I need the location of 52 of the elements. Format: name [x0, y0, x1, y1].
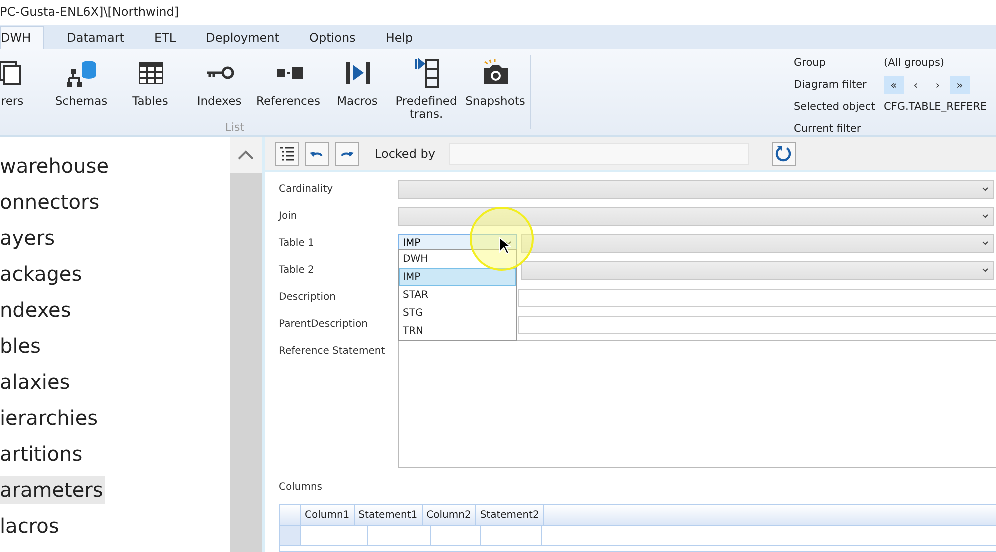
data-grid[interactable]: Column1 Statement1 Column2 Statement2 [279, 504, 996, 552]
filter-value: CFG.TABLE_REFERE [884, 101, 988, 113]
ribbon-button[interactable]: Macros [323, 57, 392, 121]
menu-tab[interactable]: Deployment [193, 26, 292, 49]
window-title: PC-Gusta-ENL6X]\[Northwind] [0, 4, 180, 18]
field-label: Join [279, 210, 298, 224]
nav-button[interactable]: › [928, 76, 948, 94]
ribbon-button[interactable]: rers [0, 57, 47, 121]
tree-item[interactable]: alaxies [0, 368, 72, 396]
menu-tab[interactable]: DWH [0, 26, 44, 49]
filter-label: Group [794, 57, 827, 69]
tree-item[interactable]: warehouse [0, 152, 112, 180]
ribbon-button[interactable]: Indexes [185, 57, 254, 121]
column-header[interactable]: Statement2 [476, 505, 544, 525]
menu-tab[interactable]: Help [372, 26, 426, 49]
field-label: Description [279, 290, 337, 304]
ribbon-button[interactable]: References [254, 57, 323, 121]
nav-button[interactable]: « [884, 76, 904, 94]
field-label: Cardinality [279, 182, 334, 196]
field-label: Table 1 [279, 236, 316, 250]
column-header[interactable]: Statement1 [354, 505, 423, 525]
filter-label: Selected object [794, 101, 876, 113]
tree-item[interactable]: arameters [0, 476, 106, 504]
column-header[interactable]: Column2 [422, 505, 476, 525]
filter-label: Diagram filter [794, 79, 868, 91]
tree-item[interactable]: artitions [0, 440, 85, 468]
ribbon-button[interactable]: Predefined trans. [392, 57, 461, 121]
menu-tab[interactable]: ETL [141, 26, 190, 49]
nav-button[interactable]: » [950, 76, 970, 94]
nav-button[interactable]: ‹ [906, 76, 926, 94]
menu-tab[interactable]: Options [296, 26, 369, 49]
ribbon-button[interactable]: Tables [116, 57, 185, 121]
filter-value: (All groups) [884, 57, 946, 69]
filter-label: Current filter [794, 123, 862, 135]
field-label: Reference Statement [279, 344, 386, 358]
field-label: ParentDescription [279, 318, 369, 332]
menu-tab[interactable]: Datamart [54, 26, 138, 49]
tree-item[interactable]: ierarchies [0, 404, 100, 432]
group-label: List [225, 121, 245, 134]
tree-item[interactable]: ackages [0, 260, 84, 288]
tree-item[interactable]: onnectors [0, 188, 102, 216]
tree-item[interactable]: bles [0, 332, 43, 360]
tree-item[interactable]: lacros [0, 512, 62, 540]
ribbon-button[interactable]: Schemas [47, 57, 116, 121]
dropdown-option[interactable]: IMP [399, 268, 516, 286]
field-label: Table 2 [279, 264, 316, 278]
columns-label: Columns [279, 482, 324, 493]
locked-by-label: Locked by [375, 146, 436, 160]
column-header[interactable]: Column1 [301, 505, 355, 525]
tree-item[interactable]: ayers [0, 224, 58, 252]
ribbon-button[interactable]: Snapshots [461, 57, 530, 121]
tree-item[interactable]: ndexes [0, 296, 74, 324]
